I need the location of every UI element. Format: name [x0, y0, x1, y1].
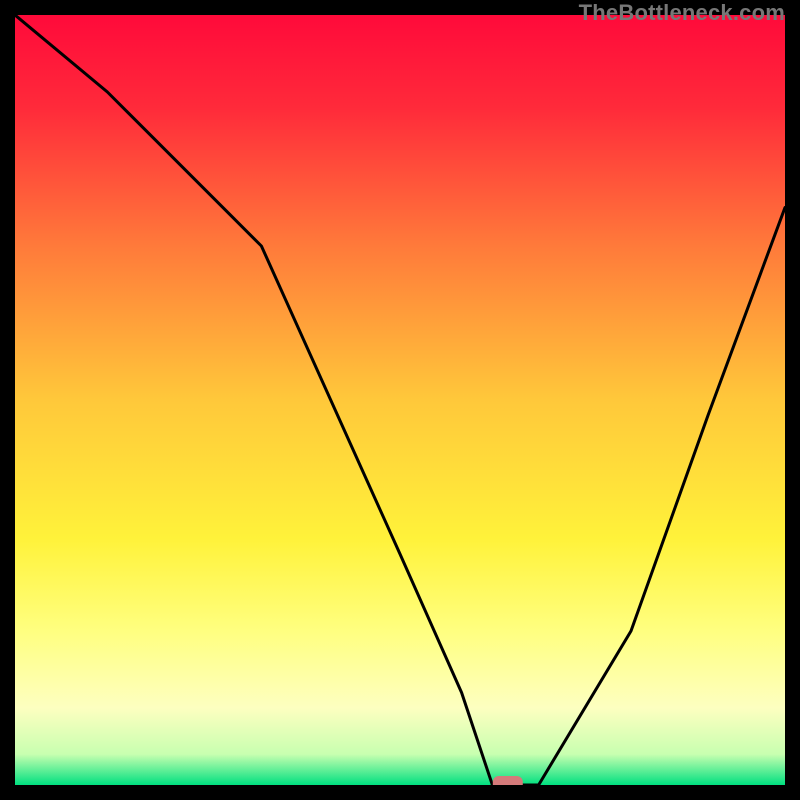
watermark-label: TheBottleneck.com	[579, 0, 785, 26]
optimal-marker	[493, 776, 523, 785]
gradient-background	[15, 15, 785, 785]
plot-area	[15, 15, 785, 785]
chart-frame: TheBottleneck.com	[0, 0, 800, 800]
bottleneck-chart	[15, 15, 785, 785]
